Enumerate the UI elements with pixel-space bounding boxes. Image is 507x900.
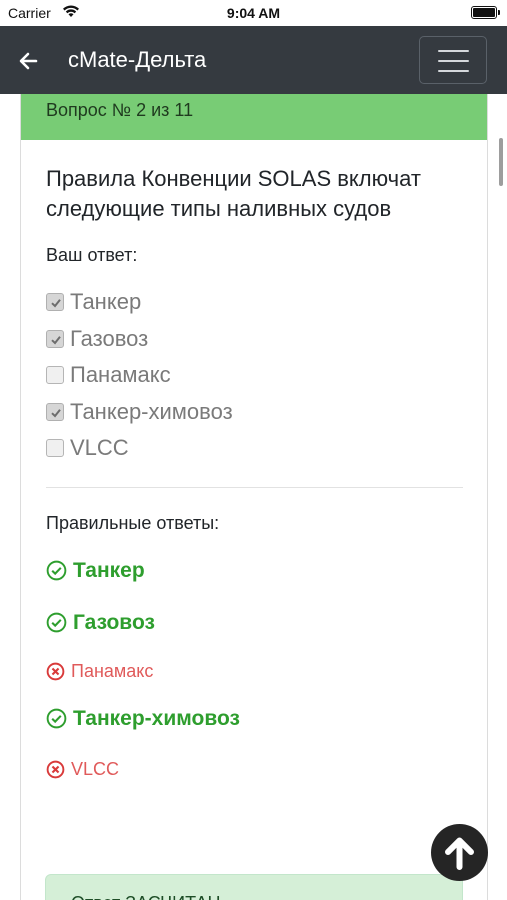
option-item[interactable]: VLCC <box>46 430 463 467</box>
option-item[interactable]: Танкер <box>46 284 463 321</box>
clock: 9:04 AM <box>226 5 281 21</box>
divider <box>46 486 463 488</box>
checkbox[interactable] <box>46 366 64 385</box>
answer-label: Панамакс <box>71 660 154 681</box>
app-navbar: cMate-Дельта <box>0 26 507 94</box>
option-item[interactable]: Панамакс <box>46 357 463 394</box>
menu-toggle-button[interactable] <box>419 36 487 84</box>
check-circle-icon <box>46 708 67 729</box>
status-bar: Carrier 9:04 AM <box>0 0 507 26</box>
back-button[interactable] <box>16 48 42 74</box>
correct-answer-item: Газовоз <box>46 611 463 635</box>
checkbox[interactable] <box>46 402 64 421</box>
answer-label: VLCC <box>71 758 120 779</box>
arrow-left-icon <box>19 52 38 70</box>
checkbox[interactable] <box>46 293 64 312</box>
check-circle-icon <box>46 560 67 581</box>
arrow-up-icon <box>445 837 474 870</box>
option-item[interactable]: Газовоз <box>46 321 463 358</box>
correct-answer-item: Танкер-химовоз <box>46 707 463 731</box>
option-label: Газовоз <box>70 325 149 351</box>
correct-answer-item: Танкер <box>46 559 463 583</box>
x-circle-icon <box>46 662 65 680</box>
option-label: Танкер <box>70 289 142 315</box>
question-text: Правила Конвенции SOLAS включат следующи… <box>46 166 421 221</box>
correct-answers-label: Правильные ответы: <box>46 512 220 533</box>
question-counter: Вопрос № 2 из 11 <box>21 94 487 140</box>
your-answer-label: Ваш ответ: <box>46 245 138 265</box>
checkbox[interactable] <box>46 439 64 458</box>
option-label: VLCC <box>70 435 129 461</box>
answer-label: Танкер <box>73 558 145 582</box>
question-card: Вопрос № 2 из 11 Правила Конвенции SOLAS… <box>20 94 488 900</box>
incorrect-answer-item: VLCC <box>46 759 463 780</box>
app-title: cMate-Дельта <box>68 47 207 72</box>
answer-label: Танкер-химовоз <box>73 706 240 730</box>
hamburger-icon <box>438 50 469 52</box>
verdict-alert: Ответ ЗАСЧИТАН <box>45 874 463 900</box>
battery-icon <box>471 6 500 19</box>
incorrect-answer-item: Панамакс <box>46 661 463 682</box>
page-content: Вопрос № 2 из 11 Правила Конвенции SOLAS… <box>0 94 507 900</box>
check-circle-icon <box>46 612 67 633</box>
answer-options: Танкер Газовоз Панамакс Танкер-химовоз V… <box>46 284 463 467</box>
option-item[interactable]: Танкер-химовоз <box>46 394 463 431</box>
option-label: Панамакс <box>70 362 171 388</box>
scrollbar[interactable] <box>499 138 503 186</box>
x-circle-icon <box>46 760 65 778</box>
scroll-to-top-button[interactable] <box>431 824 488 881</box>
checkbox[interactable] <box>46 329 64 348</box>
option-label: Танкер-химовоз <box>70 398 233 424</box>
answer-label: Газовоз <box>73 610 155 634</box>
